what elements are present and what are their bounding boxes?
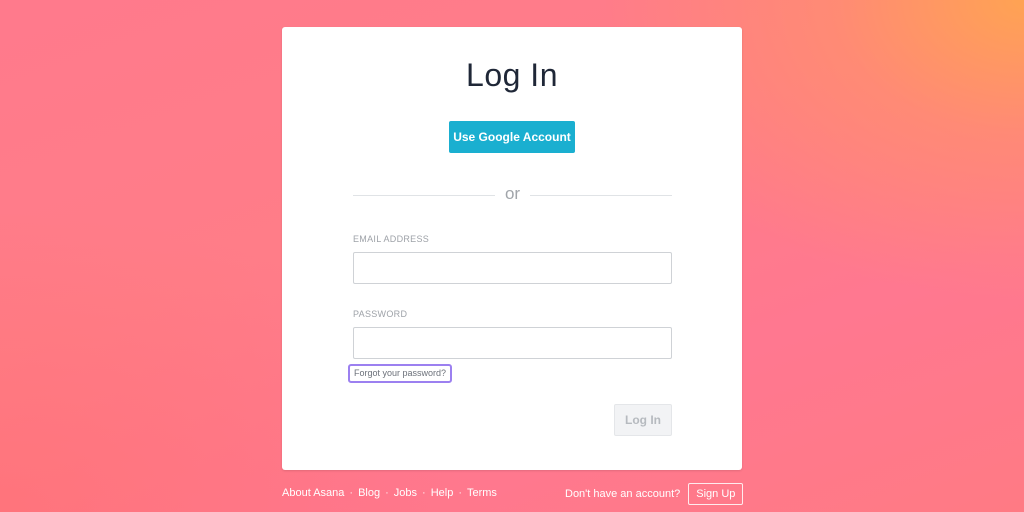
footer-separator: ·	[458, 487, 462, 499]
email-field[interactable]	[353, 252, 672, 284]
signup-area: Don't have an account? Sign Up	[565, 483, 744, 505]
footer-link-help[interactable]: Help	[431, 487, 454, 499]
footer-link-jobs[interactable]: Jobs	[394, 487, 417, 499]
or-divider: or	[353, 184, 672, 205]
password-label: PASSWORD	[353, 309, 408, 319]
forgot-password-link[interactable]: Forgot your password?	[348, 364, 453, 383]
footer-link-about[interactable]: About Asana	[282, 487, 344, 499]
divider-line-left	[353, 194, 495, 196]
footer-links: About Asana · Blog · Jobs · Help · Terms	[282, 487, 497, 499]
footer-separator: ·	[349, 487, 354, 499]
login-card: Log In Use Google Account or EMAIL ADDRE…	[282, 27, 742, 470]
footer-separator: ·	[422, 487, 426, 499]
divider-line-right	[530, 194, 672, 196]
password-field[interactable]	[353, 327, 672, 359]
email-label: EMAIL ADDRESS	[353, 234, 430, 244]
footer-link-terms[interactable]: Terms	[467, 487, 497, 499]
sign-up-button[interactable]: Sign Up	[688, 483, 744, 505]
page-title: Log In	[466, 57, 558, 93]
login-submit-button[interactable]: Log In	[614, 404, 672, 436]
footer-link-blog[interactable]: Blog	[358, 487, 380, 499]
signup-prompt: Don't have an account?	[565, 488, 681, 500]
google-login-button[interactable]: Use Google Account	[449, 121, 575, 153]
divider-text: or	[504, 184, 521, 203]
footer-separator: ·	[385, 487, 389, 499]
